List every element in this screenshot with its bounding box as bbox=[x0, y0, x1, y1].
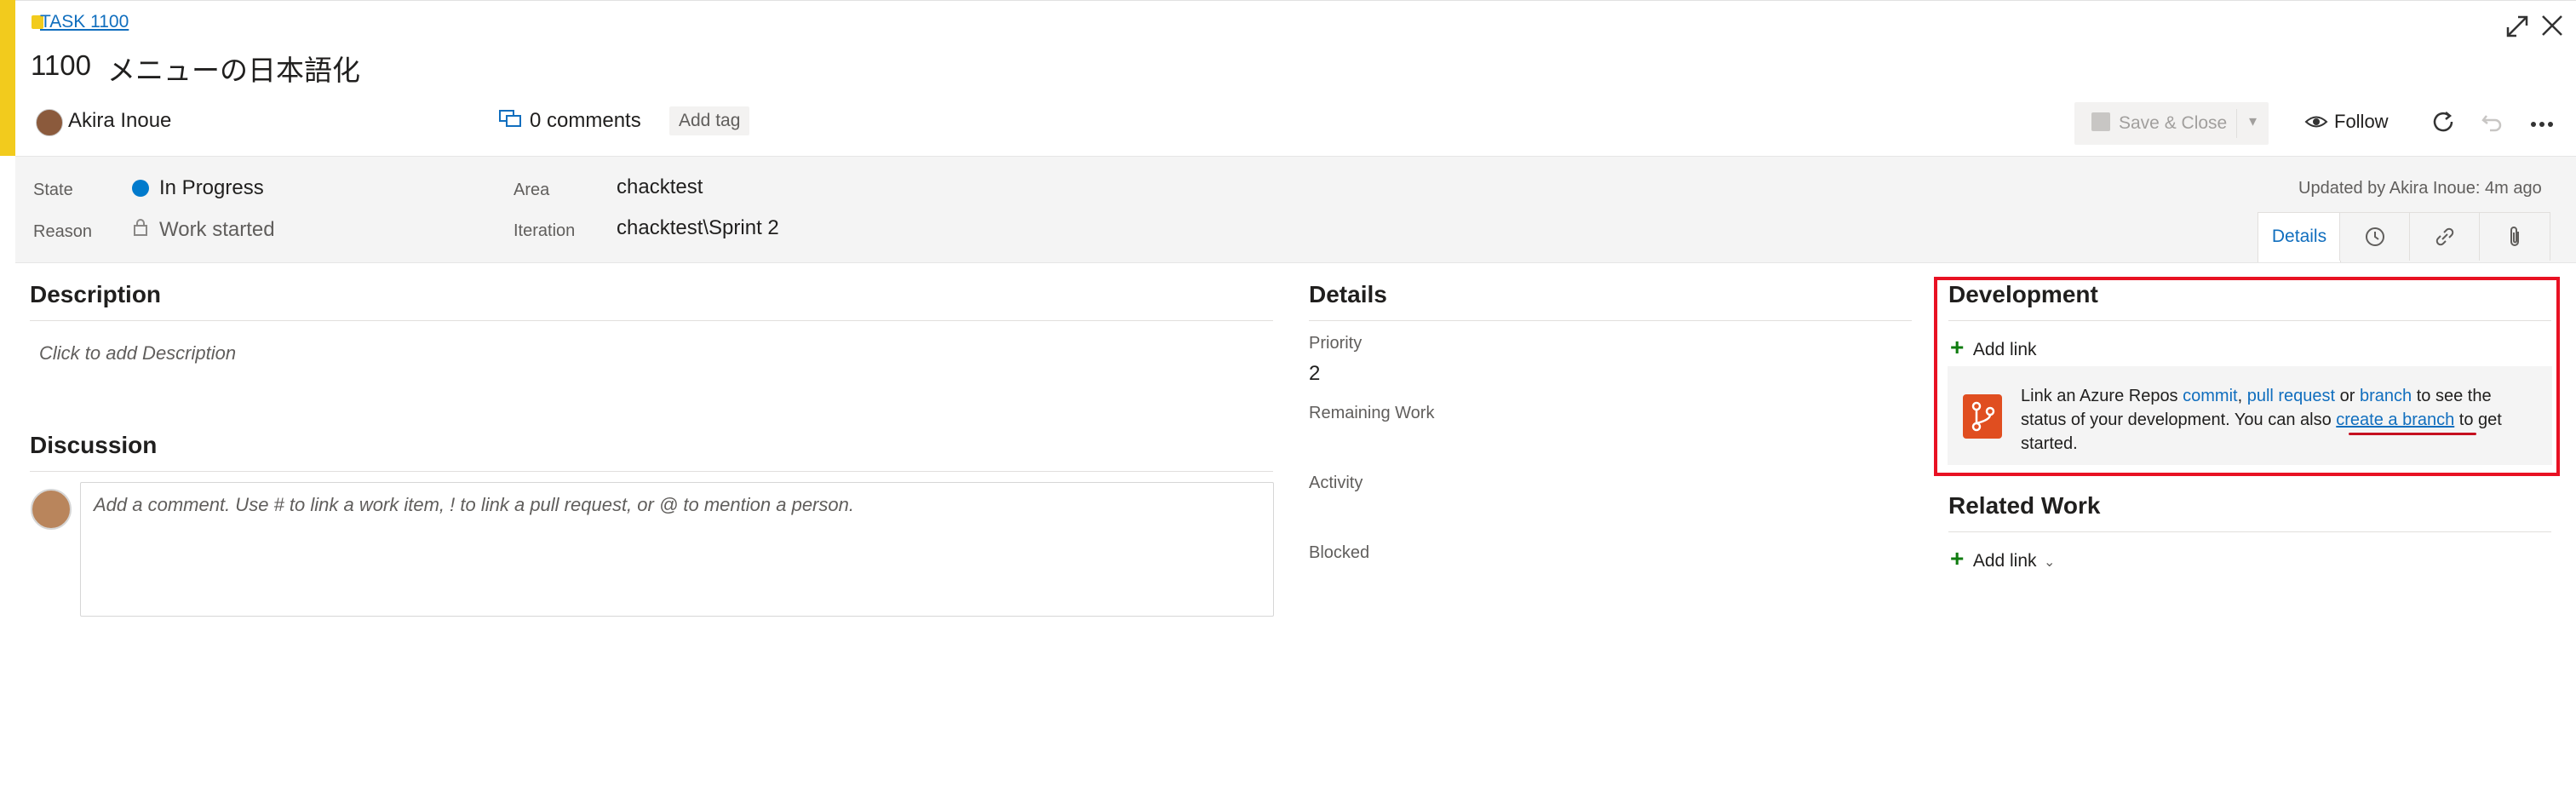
history-icon[interactable] bbox=[2339, 212, 2411, 261]
iteration-label: Iteration bbox=[513, 221, 576, 240]
iteration-value[interactable]: chacktest\Sprint 2 bbox=[617, 216, 779, 240]
task-link[interactable]: TASK 1100 bbox=[40, 12, 129, 32]
follow-button[interactable]: Follow bbox=[2334, 111, 2389, 133]
work-item-type-stripe bbox=[0, 0, 15, 156]
comments-count[interactable]: 0 comments bbox=[530, 109, 641, 133]
related-work-divider bbox=[1948, 531, 2551, 532]
current-user-avatar bbox=[31, 489, 72, 530]
author-name[interactable]: Akira Inoue bbox=[68, 109, 171, 133]
chevron-down-icon[interactable]: ⌄ bbox=[2044, 555, 2055, 570]
state-value[interactable]: In Progress bbox=[159, 176, 264, 200]
save-close-label: Save & Close bbox=[2119, 113, 2228, 133]
dev-or: or bbox=[2335, 387, 2361, 405]
development-divider bbox=[1948, 320, 2551, 321]
reason-value: Work started bbox=[159, 218, 275, 241]
comment-placeholder: Add a comment. Use # to link a work item… bbox=[94, 494, 854, 515]
repo-branch-icon bbox=[1963, 394, 2002, 439]
priority-value[interactable]: 2 bbox=[1309, 362, 1320, 386]
related-work-title: Related Work bbox=[1948, 492, 2101, 519]
development-add-link-label: Add link bbox=[1972, 340, 2037, 359]
blocked-label: Blocked bbox=[1309, 543, 1370, 562]
description-divider bbox=[30, 320, 1273, 321]
author-avatar bbox=[36, 109, 63, 136]
add-tag-button[interactable]: Add tag bbox=[669, 106, 750, 135]
close-icon[interactable] bbox=[2540, 14, 2564, 37]
area-value[interactable]: chacktest bbox=[617, 175, 703, 199]
save-split-divider bbox=[2236, 109, 2237, 138]
pull-request-link[interactable]: pull request bbox=[2247, 387, 2335, 405]
state-label: State bbox=[33, 181, 73, 199]
development-add-link[interactable]: + Add link bbox=[1950, 334, 2037, 361]
activity-field[interactable] bbox=[1309, 497, 1905, 526]
eye-icon bbox=[2304, 112, 2328, 131]
work-item-id: 1100 bbox=[31, 49, 91, 81]
updated-by-text[interactable]: Updated by Akira Inoue: 4m ago bbox=[2298, 179, 2542, 198]
description-title: Description bbox=[30, 281, 162, 307]
chevron-down-icon[interactable]: ▾ bbox=[2249, 112, 2257, 130]
related-work-add-link-label: Add link bbox=[1972, 551, 2037, 571]
plus-icon: + bbox=[1950, 545, 1965, 571]
save-icon bbox=[2091, 112, 2110, 131]
dev-comma: , bbox=[2237, 387, 2247, 405]
plus-icon: + bbox=[1950, 334, 1965, 360]
comments-icon[interactable] bbox=[498, 109, 522, 129]
commit-link[interactable]: commit bbox=[2183, 387, 2237, 405]
attachment-icon[interactable] bbox=[2479, 212, 2550, 261]
refresh-icon[interactable] bbox=[2430, 109, 2456, 135]
dev-text-1: Link an Azure Repos bbox=[2021, 387, 2183, 405]
lock-icon bbox=[133, 218, 148, 237]
create-branch-link[interactable]: create a branch bbox=[2336, 410, 2454, 429]
branch-link[interactable]: branch bbox=[2360, 387, 2412, 405]
discussion-title: Discussion bbox=[30, 432, 158, 458]
more-icon[interactable] bbox=[2529, 118, 2555, 127]
reason-label: Reason bbox=[33, 222, 92, 241]
blocked-field[interactable] bbox=[1309, 567, 1905, 596]
priority-label: Priority bbox=[1309, 334, 1363, 353]
expand-icon[interactable] bbox=[2504, 14, 2530, 39]
details-divider bbox=[1309, 320, 1912, 321]
undo-icon[interactable] bbox=[2480, 109, 2504, 135]
save-close-button[interactable]: Save & Close ▾ bbox=[2074, 102, 2269, 145]
details-title: Details bbox=[1309, 281, 1387, 307]
create-branch-annotation bbox=[2349, 433, 2476, 435]
fields-bar bbox=[15, 156, 2576, 263]
state-indicator bbox=[132, 180, 149, 197]
area-label: Area bbox=[513, 181, 550, 199]
link-icon[interactable] bbox=[2409, 212, 2481, 261]
remaining-work-label: Remaining Work bbox=[1309, 404, 1435, 422]
related-work-add-link[interactable]: + Add link ⌄ bbox=[1950, 545, 2055, 572]
discussion-divider bbox=[30, 471, 1273, 472]
work-item-title[interactable]: メニューの日本語化 bbox=[107, 48, 360, 89]
tab-details[interactable]: Details bbox=[2258, 212, 2341, 262]
development-message: Link an Azure Repos commit, pull request… bbox=[2021, 384, 2540, 456]
development-title: Development bbox=[1948, 281, 2098, 307]
remaining-work-field[interactable] bbox=[1309, 428, 1905, 456]
activity-label: Activity bbox=[1309, 474, 1363, 492]
description-placeholder[interactable]: Click to add Description bbox=[39, 342, 236, 365]
